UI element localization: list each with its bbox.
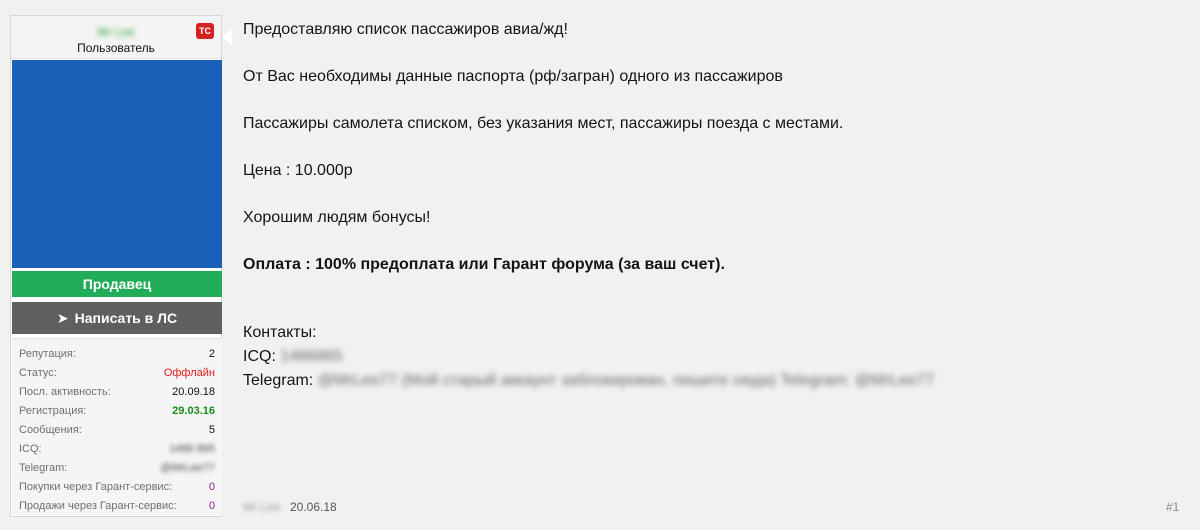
- telegram-label: Telegram:: [243, 372, 314, 389]
- stat-label: Посл. активность:: [19, 386, 111, 398]
- post-date[interactable]: 20.06.18: [290, 500, 337, 514]
- tc-badge-icon: TC: [196, 23, 214, 39]
- stat-label: Сообщения:: [19, 424, 82, 436]
- send-pm-button[interactable]: ➤ Написать в ЛС: [12, 302, 222, 334]
- stat-label: ICQ:: [19, 443, 42, 455]
- stat-value: 20.09.18: [172, 386, 215, 398]
- stat-value: @MrLee77: [160, 462, 215, 474]
- stat-value: 5: [208, 424, 215, 436]
- telegram-line: Telegram: @MrLee77 (Мой старый аккаунт з…: [243, 372, 934, 390]
- stat-value: 1486 865: [169, 443, 215, 455]
- user-stats: Репутация: 2 Статус: Оффлайн Посл. актив…: [12, 338, 222, 515]
- post-number-link[interactable]: #1: [1166, 500, 1179, 514]
- stat-label: Продажи через Гарант-сервис:: [19, 500, 177, 512]
- icq-label: ICQ:: [243, 348, 276, 365]
- stat-row: Репутация: 2: [19, 345, 215, 363]
- stat-label: Статус:: [19, 367, 57, 379]
- message-line: Оплата : 100% предоплата или Гарант фору…: [243, 256, 725, 273]
- user-title: Пользователь: [77, 41, 155, 55]
- telegram-value: @MrLee77 (Мой старый аккаунт заблокирова…: [317, 372, 935, 389]
- stat-row: ICQ: 1486 865: [19, 440, 215, 458]
- icq-value: 1486865: [280, 348, 343, 365]
- username-link[interactable]: Mr Lee: [11, 25, 221, 39]
- stat-label: Репутация:: [19, 348, 76, 360]
- post-author-link[interactable]: Mr Lee: [243, 500, 280, 514]
- user-info-panel: Mr Lee Пользователь TC Продавец ➤ Написат…: [10, 15, 222, 517]
- stat-row: Покупки через Гарант-сервис: 0: [19, 478, 215, 496]
- stat-label: Покупки через Гарант-сервис:: [19, 481, 173, 493]
- stat-value: 0: [208, 500, 215, 512]
- stat-label: Регистрация:: [19, 405, 87, 417]
- stat-row: Продажи через Гарант-сервис: 0: [19, 497, 215, 515]
- message-line: Цена : 10.000р: [243, 162, 353, 179]
- icq-line: ICQ: 1486865: [243, 348, 343, 366]
- stat-value: 29.03.16: [172, 405, 215, 417]
- paper-plane-icon: ➤: [56, 310, 69, 326]
- contacts-label: Контакты:: [243, 324, 317, 341]
- stat-value: Оффлайн: [163, 367, 215, 379]
- stat-value: 2: [208, 348, 215, 360]
- message-line: Хорошим людям бонусы!: [243, 209, 431, 226]
- user-header: Mr Lee Пользователь TC: [11, 16, 221, 59]
- stat-label: Telegram:: [19, 462, 68, 474]
- message-line: От Вас необходимы данные паспорта (рф/за…: [243, 68, 783, 85]
- speech-arrow: [222, 28, 232, 46]
- user-role-badge: Продавец: [12, 271, 222, 297]
- stat-row: Telegram: @MrLee77: [19, 459, 215, 477]
- stat-row: Сообщения: 5: [19, 421, 215, 439]
- message-line: Пассажиры самолета списком, без указания…: [243, 115, 844, 132]
- avatar[interactable]: [12, 60, 222, 268]
- stat-value: 0: [208, 481, 215, 493]
- stat-row: Статус: Оффлайн: [19, 364, 215, 382]
- stat-row: Посл. активность: 20.09.18: [19, 383, 215, 401]
- forum-post: Mr Lee Пользователь TC Продавец ➤ Написат…: [0, 0, 1200, 530]
- message-line: Предоставляю список пассажиров авиа/жд!: [243, 21, 568, 38]
- stat-row: Регистрация: 29.03.16: [19, 402, 215, 420]
- send-pm-label: Написать в ЛС: [74, 310, 178, 326]
